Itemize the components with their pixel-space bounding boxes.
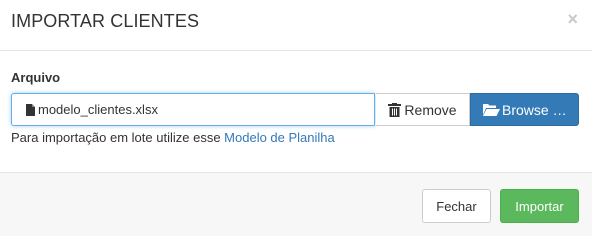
close-icon[interactable]: × [567, 9, 578, 29]
remove-button[interactable]: Remove [376, 93, 470, 126]
template-spreadsheet-link[interactable]: Modelo de Planilha [224, 130, 335, 145]
trash-icon [388, 102, 402, 117]
modal-header: IMPORTAR CLIENTES × [0, 0, 592, 51]
close-button[interactable]: Fechar [422, 189, 491, 223]
remove-label: Remove [404, 101, 457, 118]
file-caption-input[interactable]: modelo_clientes.xlsx [11, 93, 375, 126]
modal-footer: Fechar Importar [0, 172, 592, 236]
help-text-prefix: Para importação em lote utilize esse [11, 130, 221, 145]
browse-label: Browse … [502, 101, 567, 118]
folder-open-icon [483, 104, 500, 116]
import-button[interactable]: Importar [500, 189, 579, 223]
help-text: Para importação em lote utilize esse Mod… [11, 130, 335, 145]
import-clients-modal: IMPORTAR CLIENTES × Arquivo modelo_clien… [0, 0, 592, 236]
file-icon [26, 103, 35, 116]
modal-title: IMPORTAR CLIENTES [11, 11, 200, 31]
browse-button[interactable]: Browse … [470, 93, 579, 126]
file-name-value: modelo_clientes.xlsx [38, 102, 158, 117]
file-field-label: Arquivo [11, 70, 61, 85]
modal-body: Arquivo modelo_clientes.xlsx Remove Brow… [0, 51, 592, 172]
